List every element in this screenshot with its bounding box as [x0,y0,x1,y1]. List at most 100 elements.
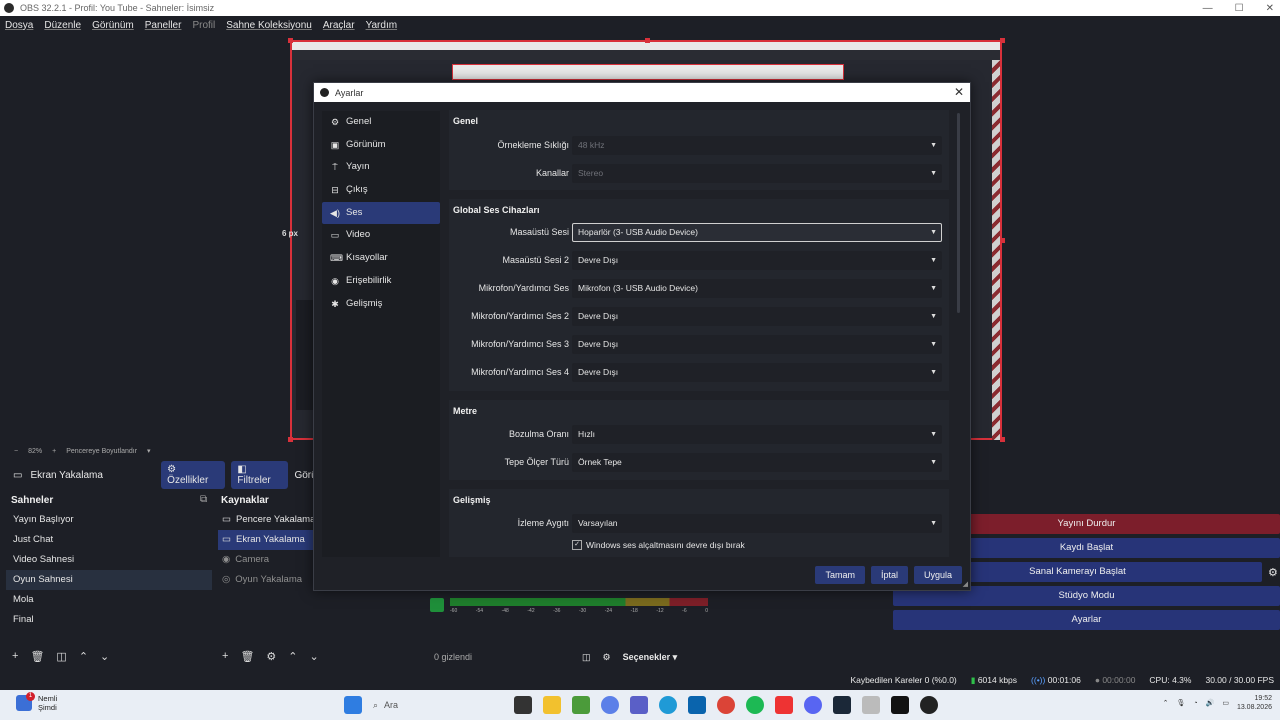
edge-icon[interactable] [659,696,677,714]
options-button[interactable]: Seçenekler ▾ [623,652,678,663]
settings-button[interactable]: Ayarlar [893,610,1280,630]
menu-araclar[interactable]: Araçlar [318,20,361,31]
nav-gelismis[interactable]: ✱ Gelişmiş [322,293,440,315]
menu-gorunum[interactable]: Görünüm [87,20,140,31]
scene-item[interactable]: Video Sahnesi [6,550,212,570]
minecraft-icon[interactable] [572,696,590,714]
layout-icon[interactable]: ◫ [582,652,591,663]
ducking-checkbox-row[interactable]: ✓ Windows ses alçaltmasını devre dışı bı… [572,540,745,550]
minimize-icon[interactable]: — [1203,3,1213,14]
nav-genel[interactable]: ⚙ Genel [322,111,440,133]
nav-gorunum[interactable]: ▣ Görünüm [322,134,440,156]
ok-button[interactable]: Tamam [815,566,865,584]
source-item[interactable]: ▭ Pencere Yakalama [218,510,316,530]
add-icon[interactable]: + [222,650,228,663]
mic-icon[interactable]: 🎙 [1176,699,1185,707]
down-arrow-icon[interactable]: ⌄ [310,650,319,663]
add-icon[interactable]: + [12,650,18,663]
down-arrow-icon[interactable]: ⌄ [100,650,109,663]
headphones-icon[interactable] [430,598,444,612]
file-explorer-icon[interactable] [543,696,561,714]
chevron-down-icon[interactable]: ▾ [147,447,151,455]
menu-sahne-koleksiyonu[interactable]: Sahne Koleksiyonu [221,20,318,31]
resize-grip-icon[interactable]: ◢ [963,580,968,588]
properties-button[interactable]: ⚙ Özellikler [161,461,226,489]
channels-select[interactable]: Stereo ▼ [572,164,942,183]
decay-select[interactable]: Hızlı ▼ [572,425,942,444]
menu-dosya[interactable]: Dosya [0,20,39,31]
source-item-active[interactable]: ▭ Ekran Yakalama [218,530,316,550]
volume-icon[interactable]: 🔊 [1206,699,1215,707]
battery-icon[interactable]: ▭ [1222,699,1229,707]
app-icon[interactable] [862,696,880,714]
apply-button[interactable]: Uygula [913,566,962,584]
monitor-select[interactable]: Varsayılan ▼ [572,514,942,533]
zoom-in-icon[interactable]: + [52,448,56,455]
spotify-icon[interactable] [746,696,764,714]
source-item[interactable]: ◉ Camera [218,550,316,570]
gear-icon[interactable]: ⚙ [266,650,276,663]
scene-item[interactable]: Final [6,610,212,630]
obs-icon[interactable] [920,696,938,714]
zoom-out-icon[interactable]: − [14,448,18,455]
chrome-icon[interactable] [717,696,735,714]
scene-item[interactable]: Just Chat [6,530,212,550]
zoom-mode[interactable]: Pencereye Boyutlandır [66,448,137,455]
gear-icon[interactable]: ⚙ [603,652,611,663]
trash-icon[interactable]: 🗑 [240,650,254,663]
mic-audio-4-select[interactable]: Devre Dışı ▼ [572,363,942,382]
menu-paneller[interactable]: Paneller [140,20,188,31]
scene-item[interactable]: Yayın Başlıyor [6,510,212,530]
taskbar-search[interactable]: ⌕ Ara [373,696,503,714]
close-icon[interactable]: ✕ [1266,3,1274,14]
chevron-up-icon[interactable]: ⌃ [1163,699,1169,707]
steam-icon[interactable] [833,696,851,714]
resize-handle[interactable] [1000,238,1005,243]
desktop-audio-select[interactable]: Hoparlör (3- USB Audio Device) ▼ [572,223,942,242]
app-icon[interactable] [775,696,793,714]
filter-icon[interactable]: ◫ [56,650,66,663]
resize-handle[interactable] [1000,437,1005,442]
teams-icon[interactable] [630,696,648,714]
weather-widget[interactable]: 1 Nemli Şimdi [16,692,57,712]
store-icon[interactable] [688,696,706,714]
nav-ses[interactable]: ◀) Ses [322,201,440,224]
resize-handle[interactable] [1000,38,1005,43]
mic-audio-select[interactable]: Mikrofon (3- USB Audio Device) ▼ [572,279,942,298]
filters-button[interactable]: ◧ Filtreler [231,461,289,489]
peak-select[interactable]: Örnek Tepe ▼ [572,453,942,472]
content-scrollbar[interactable] [957,113,960,313]
windows-start-icon[interactable] [344,696,362,714]
dock-float-icon[interactable]: ⧉ [200,494,207,505]
nav-kisayollar[interactable]: ⌨ Kısayollar [322,247,440,269]
mic-audio-2-select[interactable]: Devre Dışı ▼ [572,307,942,326]
task-view-icon[interactable] [514,696,532,714]
resize-handle[interactable] [645,38,650,43]
clock[interactable]: 19:52 13.08.2026 [1237,694,1272,712]
cancel-button[interactable]: İptal [870,566,908,584]
resize-handle[interactable] [288,437,293,442]
up-arrow-icon[interactable]: ⌃ [288,650,297,663]
desktop-audio-2-select[interactable]: Devre Dışı ▼ [572,251,942,270]
mic-audio-3-select[interactable]: Devre Dışı ▼ [572,335,942,354]
resize-handle[interactable] [288,38,293,43]
tiktok-icon[interactable] [891,696,909,714]
menu-yardim[interactable]: Yardım [361,20,404,31]
nav-cikis[interactable]: ⊟ Çıkış [322,179,440,201]
menu-profil[interactable]: Profil [187,20,221,31]
source-item[interactable]: ◎ Oyun Yakalama [218,570,316,590]
discord-icon[interactable] [804,696,822,714]
menu-duzenle[interactable]: Düzenle [39,20,87,31]
maximize-icon[interactable]: ☐ [1235,3,1244,14]
ducking-checkbox[interactable]: ✓ [572,540,582,550]
scene-item[interactable]: Mola [6,590,212,610]
nav-yayin[interactable]: ⍑ Yayın [322,156,440,178]
network-icon[interactable]: ◔ [1193,700,1197,707]
scene-item-active[interactable]: Oyun Sahnesi [6,570,212,590]
trash-icon[interactable]: 🗑 [30,650,44,663]
nav-video[interactable]: ▭ Video [322,224,440,246]
copilot-icon[interactable] [601,696,619,714]
nav-erisebilirlik[interactable]: ◉ Erişebilirlik [322,270,440,292]
sample-rate-select[interactable]: 48 kHz ▼ [572,136,942,155]
gear-icon[interactable]: ⚙ [1268,566,1278,579]
